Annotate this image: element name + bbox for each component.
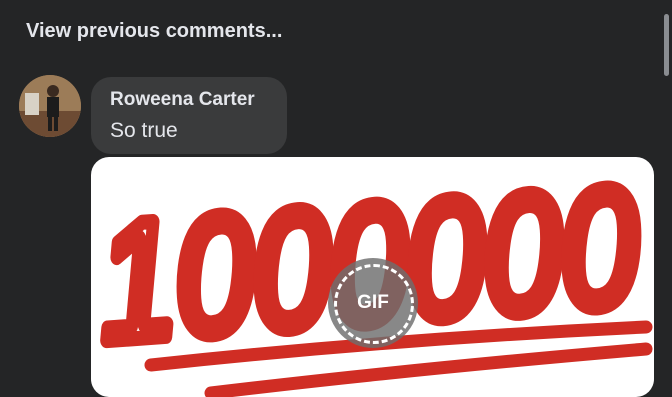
comment-author[interactable]: Roweena Carter [110, 89, 287, 111]
gif-badge-label: GIF [357, 292, 389, 313]
avatar-photo [19, 75, 81, 137]
comment-text: So true [110, 119, 178, 142]
scrollbar[interactable] [664, 14, 669, 76]
view-previous-comments-link[interactable]: View previous comments... [26, 20, 282, 43]
gif-play-badge-icon[interactable]: GIF [328, 258, 418, 348]
avatar[interactable] [19, 75, 81, 137]
comment-bubble: Roweena Carter So true [91, 77, 287, 154]
